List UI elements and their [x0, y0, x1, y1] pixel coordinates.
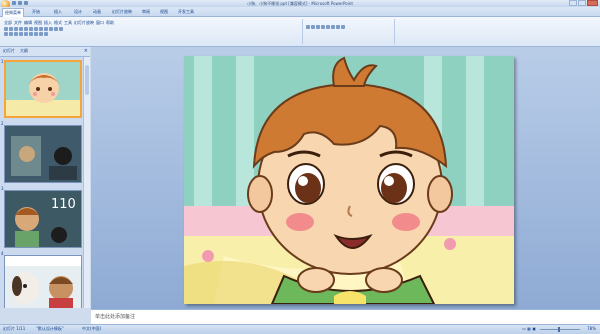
- menu-format[interactable]: 格式: [54, 20, 62, 26]
- align-right-icon[interactable]: [29, 32, 33, 36]
- textbox-icon[interactable]: [331, 25, 335, 29]
- slide-editor: [91, 47, 600, 309]
- align-left-icon[interactable]: [19, 32, 23, 36]
- slides-outline-tabs: 幻灯片 大纲 ×: [0, 47, 90, 57]
- tab-developer[interactable]: 开发工具: [176, 8, 196, 16]
- cut-icon[interactable]: [24, 27, 28, 31]
- tab-home[interactable]: 开始: [30, 8, 42, 16]
- window-controls: [569, 0, 598, 6]
- ribbon-tabs: 经典菜单 开始 插入 设计 动画 幻灯片放映 审阅 视图 开发工具: [0, 7, 600, 17]
- tab-outline[interactable]: 大纲: [20, 48, 28, 54]
- view-buttons[interactable]: ▭ ▦ ▣: [522, 326, 536, 331]
- numbering-icon[interactable]: [39, 32, 43, 36]
- fill-color-icon[interactable]: [336, 25, 340, 29]
- notes-pane[interactable]: 单击此处添加备注: [91, 309, 600, 324]
- menu-help[interactable]: 帮助: [106, 20, 114, 26]
- slides-pane[interactable]: 1 2 3 110 4: [0, 57, 90, 308]
- ribbon: 全部 文件 编辑 视图 插入 格式 工具 幻灯片放映 窗口 帮助: [0, 17, 600, 47]
- tab-slideshow[interactable]: 幻灯片放映: [110, 8, 134, 16]
- language-indicator: 中文(中国): [82, 326, 102, 331]
- zoom-icon[interactable]: [59, 27, 63, 31]
- close-button[interactable]: [587, 0, 598, 6]
- theme-name: "默认设计模板": [36, 326, 64, 331]
- tab-design[interactable]: 设计: [72, 8, 84, 16]
- tab-view[interactable]: 视图: [158, 8, 170, 16]
- slide-thumbnail-4[interactable]: [4, 255, 82, 308]
- drawing-toolbar-group: [304, 19, 395, 44]
- maximize-button[interactable]: [578, 0, 586, 6]
- zoom-level[interactable]: 78%: [587, 326, 596, 331]
- thumb-image-2: [5, 126, 81, 182]
- line-color-icon[interactable]: [341, 25, 345, 29]
- zoom-slider-knob[interactable]: [558, 327, 560, 332]
- menu-window[interactable]: 窗口: [96, 20, 104, 26]
- oval-icon[interactable]: [326, 25, 330, 29]
- paste-icon[interactable]: [34, 27, 38, 31]
- bullets-icon[interactable]: [34, 32, 38, 36]
- align-center-icon[interactable]: [24, 32, 28, 36]
- menu-all[interactable]: 全部: [4, 20, 12, 26]
- menu-edit[interactable]: 编辑: [24, 20, 32, 26]
- slide-thumbnail-3[interactable]: 110: [4, 190, 82, 248]
- menu-tools[interactable]: 工具: [64, 20, 72, 26]
- undo-icon[interactable]: [39, 27, 43, 31]
- zoom-slider[interactable]: [540, 329, 580, 330]
- new-icon[interactable]: [4, 27, 8, 31]
- thumb-overlay-number: 110: [51, 197, 76, 212]
- tab-classic-menu[interactable]: 经典菜单: [2, 8, 24, 17]
- line-icon[interactable]: [311, 25, 315, 29]
- copy-icon[interactable]: [29, 27, 33, 31]
- shape-icon[interactable]: [306, 25, 310, 29]
- menu-file[interactable]: 文件: [14, 20, 22, 26]
- bold-icon[interactable]: [4, 32, 8, 36]
- chart-icon[interactable]: [54, 27, 58, 31]
- redo-icon[interactable]: [44, 27, 48, 31]
- print-icon[interactable]: [19, 27, 23, 31]
- slide-thumbnail-1[interactable]: [4, 60, 82, 118]
- tab-slides[interactable]: 幻灯片: [3, 48, 15, 54]
- save-icon[interactable]: [14, 27, 18, 31]
- tab-insert[interactable]: 插入: [52, 8, 64, 16]
- rectangle-icon[interactable]: [321, 25, 325, 29]
- title-bar: 小狗、小狗不睡觉.ppt [兼容模式] - Microsoft PowerPoi…: [0, 0, 600, 9]
- thumb-image-4: [5, 256, 81, 308]
- slide-illustration: [184, 56, 514, 304]
- close-panel-icon[interactable]: ×: [84, 48, 88, 54]
- minimize-button[interactable]: [569, 0, 577, 6]
- underline-icon[interactable]: [14, 32, 18, 36]
- menu-insert[interactable]: 插入: [44, 20, 52, 26]
- scrollbar-thumb[interactable]: [85, 65, 89, 95]
- thumb-image-1: [6, 62, 80, 116]
- slide-thumbnail-2[interactable]: [4, 125, 82, 183]
- notes-placeholder: 单击此处添加备注: [95, 314, 136, 320]
- menu-view[interactable]: 视图: [34, 20, 42, 26]
- formatting-toolbar: [4, 32, 300, 36]
- current-slide[interactable]: [184, 56, 514, 304]
- table-icon[interactable]: [49, 27, 53, 31]
- slide-counter: 幻灯片 1/11: [3, 326, 26, 331]
- standard-toolbar: [4, 27, 300, 31]
- font-color-icon[interactable]: [44, 32, 48, 36]
- menu-slideshow[interactable]: 幻灯片放映: [74, 20, 94, 26]
- slides-scrollbar[interactable]: [83, 57, 90, 308]
- tab-review[interactable]: 审阅: [140, 8, 152, 16]
- classic-menu-group: 全部 文件 编辑 视图 插入 格式 工具 幻灯片放映 窗口 帮助: [2, 19, 303, 44]
- tab-animation[interactable]: 动画: [91, 8, 103, 16]
- open-icon[interactable]: [9, 27, 13, 31]
- arrow-icon[interactable]: [316, 25, 320, 29]
- italic-icon[interactable]: [9, 32, 13, 36]
